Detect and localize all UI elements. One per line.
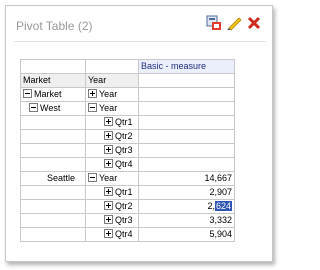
value-cell[interactable] — [138, 101, 235, 116]
expand-icon[interactable] — [104, 201, 113, 211]
quarter-member-cell[interactable]: Qtr2 — [85, 199, 139, 214]
value-cell[interactable] — [138, 115, 235, 130]
expand-icon[interactable] — [104, 229, 113, 239]
year-member-cell[interactable]: Year — [85, 101, 139, 116]
expand-icon[interactable] — [104, 187, 113, 197]
market-member-cell[interactable]: Market — [20, 87, 86, 102]
table-row: Qtr1 — [20, 115, 235, 130]
pencil-icon[interactable] — [226, 15, 242, 31]
value-cell[interactable] — [138, 143, 235, 158]
table-row: Market Year — [20, 87, 235, 102]
panel-title: Pivot Table (2) — [16, 19, 93, 33]
value-cell[interactable] — [138, 157, 235, 172]
quarter-member-cell[interactable]: Qtr4 — [85, 227, 139, 242]
quarter-member-cell[interactable]: Qtr1 — [85, 115, 139, 130]
value-cell[interactable]: 14,667 — [138, 171, 235, 186]
value-cell[interactable]: 5,904 — [138, 227, 235, 242]
expand-icon[interactable] — [104, 215, 113, 225]
year-member-cell[interactable]: Year — [85, 87, 139, 102]
table-row: Qtr1 2,907 — [20, 185, 235, 200]
collapse-icon[interactable] — [88, 103, 97, 113]
chart-toggle-icon[interactable] — [206, 15, 222, 31]
table-row: West Year — [20, 101, 235, 116]
selected-text[interactable]: 624 — [214, 201, 232, 211]
table-row: Qtr3 3,332 — [20, 213, 235, 228]
measure-header-row: Basic - measure — [20, 59, 235, 74]
expand-icon[interactable] — [104, 117, 113, 127]
collapse-icon[interactable] — [29, 103, 38, 113]
quarter-member-cell[interactable]: Qtr3 — [85, 143, 139, 158]
table-row: Qtr3 — [20, 143, 235, 158]
value-cell[interactable] — [138, 87, 235, 102]
expand-icon[interactable] — [104, 159, 113, 169]
expand-icon[interactable] — [104, 131, 113, 141]
expand-icon[interactable] — [88, 89, 97, 99]
west-member-cell[interactable]: West — [20, 101, 86, 116]
quarter-member-cell[interactable]: Qtr3 — [85, 213, 139, 228]
value-cell[interactable]: 3,332 — [138, 213, 235, 228]
dimension-header-row: Market Year — [20, 73, 235, 88]
value-cell-editing[interactable]: 2,624 — [138, 199, 235, 214]
seattle-member-cell[interactable]: Seattle — [20, 171, 86, 186]
pivot-table-panel: Pivot Table (2) Basic - measure Market Y… — [5, 5, 273, 262]
title-divider — [14, 41, 266, 42]
quarter-member-cell[interactable]: Qtr4 — [85, 157, 139, 172]
table-row: Qtr2 — [20, 129, 235, 144]
table-row: Qtr2 2,624 — [20, 199, 235, 214]
year-column-header[interactable]: Year — [85, 73, 139, 88]
table-row: Seattle Year 14,667 — [20, 171, 235, 186]
close-icon[interactable] — [246, 15, 262, 31]
panel-toolbar — [206, 15, 262, 31]
collapse-icon[interactable] — [23, 89, 32, 99]
table-row: Qtr4 — [20, 157, 235, 172]
quarter-member-cell[interactable]: Qtr2 — [85, 129, 139, 144]
expand-icon[interactable] — [104, 145, 113, 155]
value-cell[interactable]: 2,907 — [138, 185, 235, 200]
value-cell[interactable] — [138, 129, 235, 144]
quarter-member-cell[interactable]: Qtr1 — [85, 185, 139, 200]
pivot-grid: Basic - measure Market Year Market Year … — [20, 59, 235, 242]
market-column-header[interactable]: Market — [20, 73, 86, 88]
measure-header[interactable]: Basic - measure — [138, 59, 235, 74]
table-row: Qtr4 5,904 — [20, 227, 235, 242]
year-member-cell[interactable]: Year — [85, 171, 139, 186]
collapse-icon[interactable] — [88, 173, 97, 183]
